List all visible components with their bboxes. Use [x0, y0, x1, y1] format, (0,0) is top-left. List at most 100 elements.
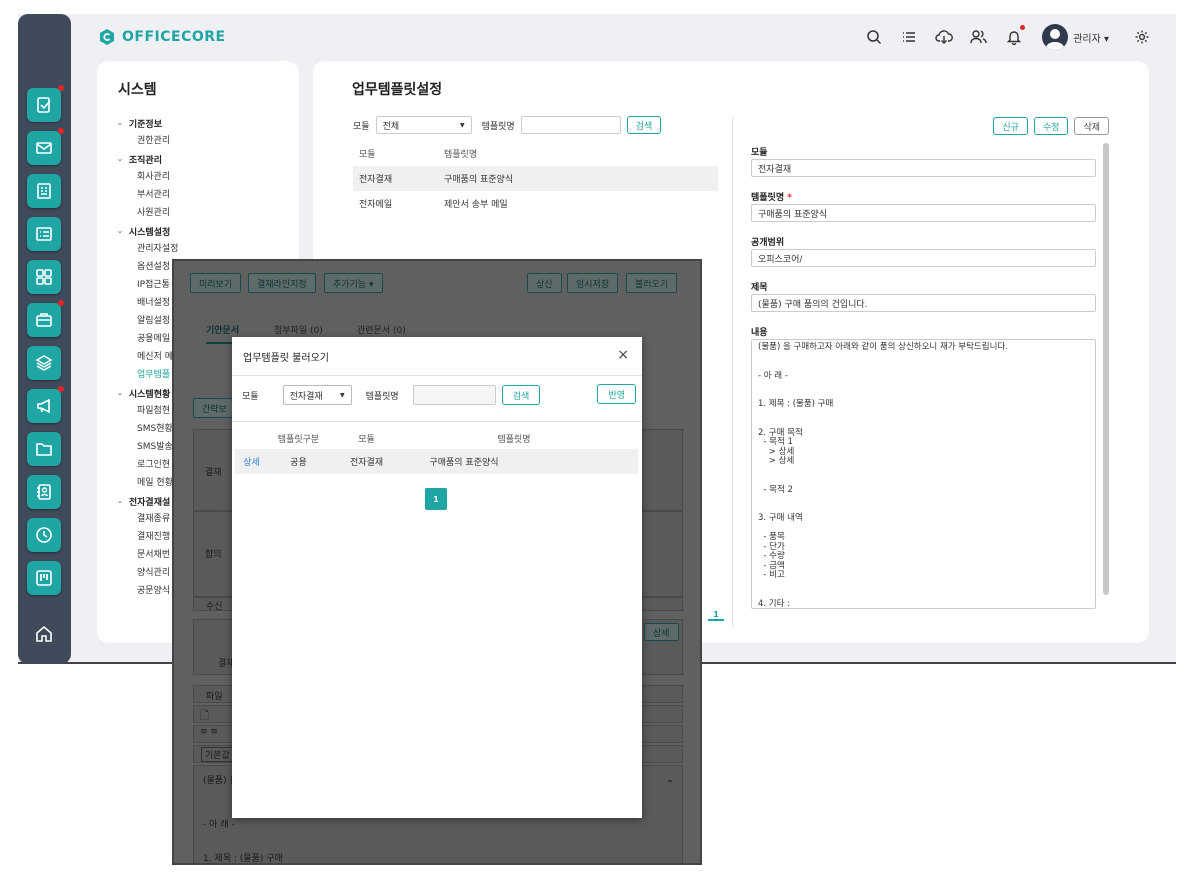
align-icon[interactable]: ≡ ≡ — [200, 727, 218, 737]
module-select[interactable]: 전체 ▼ — [375, 116, 472, 134]
tree-item-active[interactable]: 업무템플 — [117, 366, 178, 384]
brief-button[interactable]: 간략보 — [193, 398, 236, 418]
tree-item[interactable]: 메신저 메 — [117, 348, 178, 366]
template-search-input[interactable] — [520, 116, 621, 134]
bell-icon[interactable] — [1003, 24, 1026, 48]
tree-item[interactable]: IP접근통 — [117, 276, 178, 294]
agreement-label: 합의 — [205, 550, 222, 560]
detail-link[interactable]: 상세 — [235, 455, 268, 468]
edit-button[interactable]: 수정 — [1033, 117, 1069, 135]
pagination-current[interactable]: 1 — [708, 610, 724, 621]
mail-icon[interactable] — [27, 128, 64, 165]
tree-item[interactable]: 결재진행 — [117, 528, 178, 546]
dialog-search-button[interactable]: 검색 — [501, 385, 541, 405]
tree-item[interactable]: 공용메일 — [117, 330, 178, 348]
tree-item[interactable]: 관리자설정 — [117, 240, 178, 258]
dialog-title: 업무템플릿 불러오기 — [243, 353, 329, 364]
tree-group-org[interactable]: ⌄ 조직관리 — [117, 150, 178, 168]
tree-group-system-status[interactable]: ⌄ 시스템현황 — [117, 384, 178, 402]
tree-item[interactable]: 사원관리 — [117, 204, 178, 222]
user-menu[interactable]: 관리자 ▾ — [1042, 24, 1109, 50]
form-module-field[interactable]: 전자결재 — [751, 159, 1096, 177]
table-row[interactable]: 전자메일 제안서 송부 메일 — [353, 191, 718, 216]
approval-label: 결재 — [205, 468, 222, 478]
tab-attachments[interactable]: 첨부파일 (0) — [274, 323, 323, 336]
kanban-icon[interactable] — [27, 561, 61, 595]
app-logo[interactable]: OFFICECORE — [98, 28, 226, 46]
scroll-up-icon[interactable]: ⌃ — [666, 779, 674, 790]
approval-line-button[interactable]: 결재라인지정 — [248, 273, 316, 293]
megaphone-icon[interactable] — [27, 386, 64, 423]
pagination-page[interactable]: 1 — [425, 488, 447, 510]
tree-item[interactable]: 양식관리 — [117, 564, 178, 582]
clock-icon[interactable] — [27, 518, 61, 552]
dialog-module-label: 모듈 — [242, 391, 259, 402]
new-button[interactable]: 신규 — [993, 117, 1028, 135]
tree-item[interactable]: 권한관리 — [117, 132, 178, 150]
detail-button[interactable]: 상세 — [644, 623, 679, 641]
tree-item[interactable]: 로그인현 — [117, 456, 178, 474]
tree-item[interactable]: SMS발송 — [117, 438, 178, 456]
dialog-module-select[interactable]: 전자결재 ▼ — [282, 385, 352, 405]
chevron-down-icon: ⌄ — [117, 497, 123, 505]
dialog-template-label: 템플릿명 — [365, 391, 399, 402]
folder-icon[interactable] — [27, 432, 61, 466]
close-icon[interactable]: × — [617, 347, 629, 363]
search-icon[interactable] — [863, 27, 884, 48]
form-template-field[interactable]: 구매품의 표준양식 — [751, 204, 1096, 222]
table-row[interactable]: 상세 공용 전자결재 구매품의 표준양식 — [235, 449, 638, 474]
submit-button[interactable]: 상신 — [527, 273, 562, 293]
form-scope-field[interactable]: 오피스코어/ — [751, 249, 1096, 267]
scrollbar[interactable] — [1103, 143, 1109, 595]
temp-save-button[interactable]: 임시저장 — [567, 273, 619, 293]
apply-button[interactable]: 반영 — [597, 384, 636, 404]
editor-line: 1. 제목 : (물품) 구매 — [203, 854, 283, 864]
form-subject-field[interactable]: (물품) 구매 품의의 건입니다. — [751, 294, 1096, 312]
tree-group-basic[interactable]: ⌄ 기준정보 — [117, 114, 178, 132]
delete-button[interactable]: 삭제 — [1074, 117, 1109, 135]
tree-item[interactable]: 결재종류 — [117, 510, 178, 528]
tree-item[interactable]: 배너설정 — [117, 294, 178, 312]
template-label: 템플릿명 — [481, 121, 515, 132]
contacts-icon[interactable] — [27, 475, 61, 509]
top-toolbar: 관리자 ▾ — [863, 22, 1152, 52]
tree-item[interactable]: SMS현황 — [117, 420, 178, 438]
more-functions-button[interactable]: 추가기능 ▾ — [324, 273, 383, 293]
user-name: 관리자 ▾ — [1073, 33, 1109, 45]
tree-item[interactable]: 회사관리 — [117, 168, 178, 186]
file-icon[interactable]: 🗋 — [200, 707, 209, 726]
tree-item[interactable]: 부서관리 — [117, 186, 178, 204]
form-subject-label: 제목 — [751, 283, 768, 293]
form-content-label: 내용 — [751, 328, 768, 338]
layers-icon[interactable] — [27, 346, 61, 380]
apps-icon[interactable] — [27, 260, 61, 294]
cloud-download-icon[interactable] — [933, 27, 954, 48]
load-button[interactable]: 불러오기 — [626, 273, 678, 293]
tree-item[interactable]: 공문양식 — [117, 582, 178, 600]
approval-icon[interactable] — [27, 85, 64, 122]
settings-icon[interactable] — [1131, 27, 1152, 48]
briefcase-icon[interactable] — [27, 300, 64, 337]
tree-item[interactable]: 옵션설정 — [117, 258, 178, 276]
chevron-down-icon: ⌄ — [117, 119, 123, 127]
tree-item[interactable]: 알림설정 — [117, 312, 178, 330]
tree-item[interactable]: 문서채번 — [117, 546, 178, 564]
users-icon[interactable] — [968, 27, 989, 48]
board-icon[interactable] — [27, 174, 61, 208]
search-button[interactable]: 검색 — [626, 116, 662, 134]
tree-item[interactable]: 파일첨현 — [117, 402, 178, 420]
avatar — [1042, 24, 1069, 50]
receive-label: 수신 — [206, 602, 223, 612]
form-content-editor[interactable]: (물품) 을 구매하고자 아래와 같이 품의 상신하오니 재가 부탁드립니다. … — [751, 339, 1096, 609]
list-icon[interactable] — [27, 217, 61, 251]
tab-related[interactable]: 관련문서 (0) — [357, 323, 406, 336]
home-icon[interactable] — [32, 622, 56, 646]
preview-button[interactable]: 미리보기 — [190, 273, 242, 293]
list-icon[interactable] — [898, 27, 919, 48]
table-row[interactable]: 전자결재 구매품의 표준양식 — [353, 166, 718, 191]
tree-item[interactable]: 메일 현황 — [117, 474, 178, 492]
default-style-select[interactable]: 기본값 — [201, 747, 234, 762]
dialog-template-input[interactable] — [412, 385, 496, 405]
tree-group-approval[interactable]: ⌄ 전자결재설 — [117, 492, 178, 510]
tree-group-system-settings[interactable]: ⌄ 시스템설정 — [117, 222, 178, 240]
